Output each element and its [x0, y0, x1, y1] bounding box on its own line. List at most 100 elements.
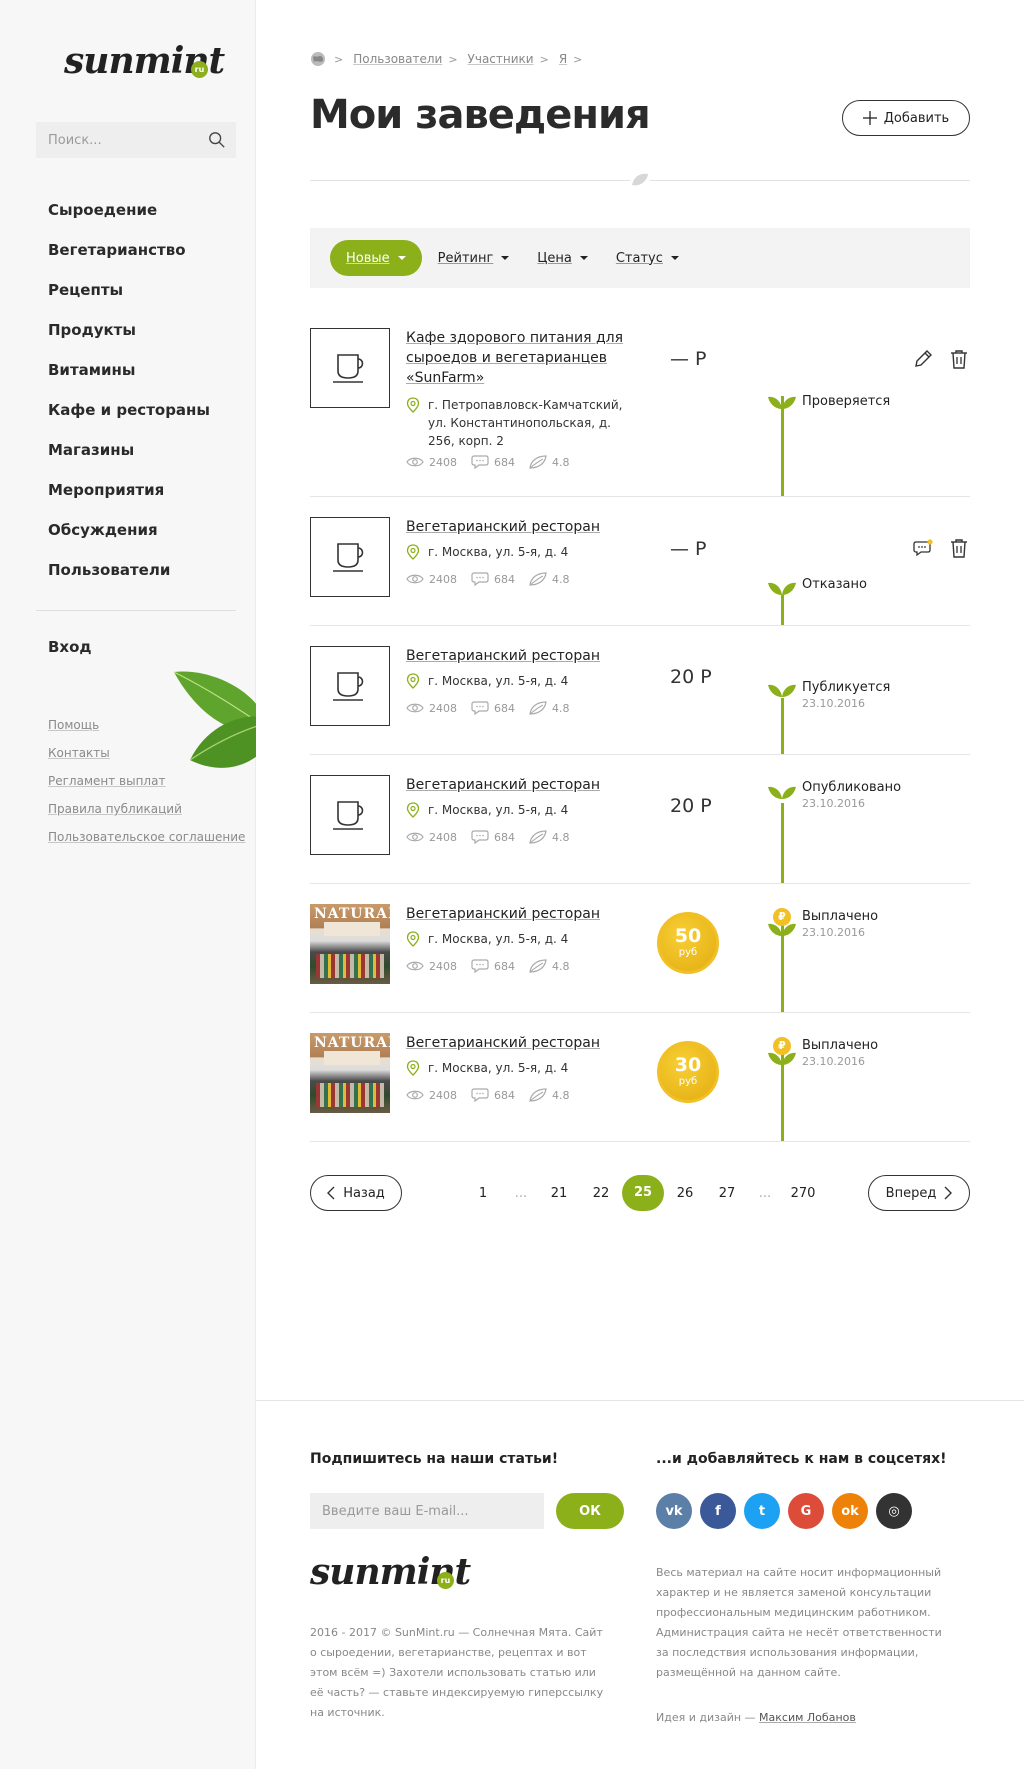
- filter-new[interactable]: Новые: [330, 240, 422, 276]
- venue-photo[interactable]: NATURAL: [310, 1033, 390, 1113]
- page-27[interactable]: 27: [706, 1186, 748, 1201]
- footer-logo[interactable]: sunmint ru: [310, 1551, 471, 1601]
- facebook-icon[interactable]: f: [700, 1493, 736, 1529]
- sprout-icon: [768, 582, 796, 595]
- nav-item-products[interactable]: Продукты: [48, 316, 210, 356]
- chevron-left-icon: [327, 1186, 335, 1200]
- help-link[interactable]: Помощь: [48, 718, 245, 746]
- address-text: г. Москва, ул. 5-я, д. 4: [428, 674, 569, 688]
- views-count: 2408: [429, 455, 457, 469]
- odnoklassniki-icon[interactable]: ok: [832, 1493, 868, 1529]
- comments-count: 684: [494, 572, 515, 586]
- filter-label: Новые: [346, 250, 390, 266]
- page-1[interactable]: 1: [462, 1186, 504, 1201]
- eye-icon: [406, 574, 424, 584]
- leaf-rating-icon: [529, 830, 547, 844]
- cup-icon: [333, 354, 364, 383]
- location-pin-icon: [406, 544, 420, 560]
- twitter-icon[interactable]: t: [744, 1493, 780, 1529]
- venue-stats: 2408 684 4.8: [406, 455, 584, 469]
- nav-item-vegetarian[interactable]: Вегетарианство: [48, 236, 210, 276]
- filter-rating[interactable]: Рейтинг: [438, 251, 510, 266]
- page-current[interactable]: 25: [622, 1175, 664, 1211]
- nav-item-discussions[interactable]: Обсуждения: [48, 516, 210, 556]
- eye-icon: [406, 961, 424, 971]
- logo[interactable]: sunmint ru: [64, 40, 225, 90]
- login-link[interactable]: Вход: [48, 638, 92, 656]
- breadcrumb-members[interactable]: Участники: [468, 52, 534, 66]
- nav-item-recipes[interactable]: Рецепты: [48, 276, 210, 316]
- page-26[interactable]: 26: [664, 1186, 706, 1201]
- subscribe-button[interactable]: ОК: [556, 1493, 624, 1529]
- rating-value: 4.8: [552, 959, 570, 973]
- globe-icon[interactable]: [310, 51, 326, 67]
- filter-price[interactable]: Цена: [537, 251, 588, 266]
- email-field[interactable]: [310, 1493, 544, 1529]
- credit-author-link[interactable]: Максим Лобанов: [759, 1711, 856, 1724]
- search-icon[interactable]: [208, 131, 226, 149]
- comment-icon: [471, 959, 489, 973]
- views-stat: 2408: [406, 830, 457, 844]
- rating-value: 4.8: [552, 701, 570, 715]
- views-count: 2408: [429, 830, 457, 844]
- page-ellipsis: ...: [514, 1185, 528, 1201]
- nav-item-vitamins[interactable]: Витамины: [48, 356, 210, 396]
- next-page-button[interactable]: Вперед: [868, 1175, 970, 1211]
- search-input[interactable]: [36, 122, 236, 158]
- trash-icon[interactable]: [948, 537, 970, 559]
- sidebar-divider: [36, 610, 236, 611]
- logo-tld: ru: [437, 1572, 454, 1589]
- edit-icon[interactable]: [912, 348, 934, 370]
- venue-name[interactable]: Кафе здорового питания для сыроедов и ве…: [406, 328, 626, 388]
- venue-status: Публикуется 23.10.2016: [802, 680, 890, 710]
- comment-icon: [471, 455, 489, 469]
- sprout-icon: [768, 923, 796, 936]
- coin-unit: руб: [678, 947, 698, 958]
- location-pin-icon: [406, 931, 420, 947]
- breadcrumb-me[interactable]: Я: [559, 52, 567, 66]
- vk-icon[interactable]: vk: [656, 1493, 692, 1529]
- cup-icon: [333, 543, 364, 572]
- caret-down-icon: [501, 256, 510, 260]
- sprout-icon: [768, 396, 796, 409]
- instagram-icon[interactable]: ◎: [876, 1493, 912, 1529]
- venue-thumbnail[interactable]: [310, 328, 390, 408]
- nav-item-shops[interactable]: Магазины: [48, 436, 210, 476]
- venue-thumbnail[interactable]: [310, 517, 390, 597]
- venue-name[interactable]: Вегетарианский ресторан: [406, 646, 626, 666]
- add-button[interactable]: Добавить: [842, 100, 970, 136]
- venue-thumbnail[interactable]: [310, 775, 390, 855]
- payout-rules-link[interactable]: Регламент выплат: [48, 774, 245, 802]
- page-22[interactable]: 22: [580, 1186, 622, 1201]
- venue-price: — Р: [670, 348, 707, 370]
- prev-page-button[interactable]: Назад: [310, 1175, 402, 1211]
- page-title: Мои заведения: [310, 92, 651, 138]
- venue-name[interactable]: Вегетарианский ресторан: [406, 517, 626, 537]
- views-stat: 2408: [406, 1088, 457, 1102]
- photo-shelf: [316, 1083, 384, 1107]
- rating-value: 4.8: [552, 830, 570, 844]
- venue-name[interactable]: Вегетарианский ресторан: [406, 904, 626, 924]
- publication-rules-link[interactable]: Правила публикаций: [48, 802, 245, 830]
- page-21[interactable]: 21: [538, 1186, 580, 1201]
- status-label: Опубликовано: [802, 780, 902, 795]
- user-agreement-link[interactable]: Пользовательское соглашение: [48, 830, 245, 858]
- venue-name[interactable]: Вегетарианский ресторан: [406, 1033, 626, 1053]
- venue-status: Проверяется: [802, 394, 890, 409]
- nav-item-users[interactable]: Пользователи: [48, 556, 210, 596]
- trash-icon[interactable]: [948, 348, 970, 370]
- nav-item-events[interactable]: Мероприятия: [48, 476, 210, 516]
- filter-label: Рейтинг: [437, 250, 494, 266]
- contacts-link[interactable]: Контакты: [48, 746, 245, 774]
- nav-item-cafes[interactable]: Кафе и рестораны: [48, 396, 210, 436]
- chat-icon[interactable]: [912, 537, 934, 559]
- venue-photo[interactable]: NATURAL: [310, 904, 390, 984]
- nav-item-raw-food[interactable]: Сыроедение: [48, 196, 210, 236]
- filter-status[interactable]: Статус: [616, 251, 679, 266]
- breadcrumb-users[interactable]: Пользователи: [353, 52, 442, 66]
- google-icon[interactable]: G: [788, 1493, 824, 1529]
- venue-name[interactable]: Вегетарианский ресторан: [406, 775, 626, 795]
- page-270[interactable]: 270: [782, 1186, 824, 1201]
- venue-thumbnail[interactable]: [310, 646, 390, 726]
- venue-address: г. Москва, ул. 5-я, д. 4: [406, 930, 636, 948]
